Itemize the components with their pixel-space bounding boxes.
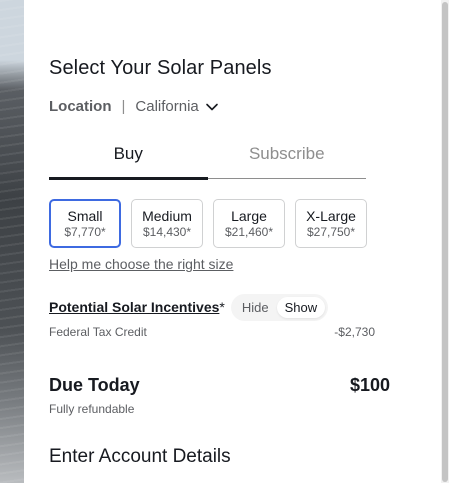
chevron-down-icon[interactable] — [205, 100, 219, 114]
page-title: Select Your Solar Panels — [49, 57, 272, 79]
location-separator: | — [121, 98, 126, 115]
size-option-medium[interactable]: Medium $14,430* — [131, 199, 203, 248]
due-label: Due Today — [49, 375, 140, 395]
size-price: $7,770* — [64, 225, 106, 239]
federal-tax-credit-row: Federal Tax Credit -$2,730 — [49, 325, 375, 339]
due-amount: $100 — [349, 375, 390, 395]
incentives-link[interactable]: Potential Solar Incentives — [49, 299, 219, 315]
location-value[interactable]: California — [135, 98, 198, 115]
tab-buy[interactable]: Buy — [49, 140, 208, 180]
size-price: $27,750* — [306, 225, 356, 239]
purchase-tabs: Buy Subscribe — [49, 140, 367, 180]
scrollbar-thumb[interactable] — [442, 2, 448, 482]
due-today-row: Due Today $100 — [49, 375, 390, 396]
tab-subscribe[interactable]: Subscribe — [208, 140, 367, 178]
account-details-heading: Enter Account Details — [49, 446, 231, 467]
location-selector[interactable]: Location | California — [49, 98, 219, 115]
size-price: $21,460* — [224, 225, 274, 239]
size-option-x-large[interactable]: X-Large $27,750* — [295, 199, 367, 248]
due-note: Fully refundable — [49, 402, 135, 416]
size-option-small[interactable]: Small $7,770* — [49, 199, 121, 248]
incentives-row: Potential Solar Incentives * Hide Show — [49, 293, 375, 321]
incentives-asterisk: * — [219, 299, 225, 315]
size-name: Small — [67, 208, 103, 224]
size-price: $14,430* — [142, 225, 192, 239]
credit-label: Federal Tax Credit — [49, 325, 147, 339]
size-options: Small $7,770* Medium $14,430* Large $21,… — [49, 199, 367, 248]
incentives-toggle: Hide Show — [230, 293, 329, 321]
size-name: Large — [231, 208, 267, 224]
location-label: Location — [49, 98, 112, 115]
help-choose-size-link[interactable]: Help me choose the right size — [49, 256, 233, 272]
size-option-large[interactable]: Large $21,460* — [213, 199, 285, 248]
size-name: Medium — [142, 208, 192, 224]
background-house-photo — [0, 0, 24, 483]
size-name: X-Large — [306, 208, 356, 224]
toggle-show-button[interactable]: Show — [276, 296, 326, 318]
toggle-hide-button[interactable]: Hide — [234, 297, 277, 318]
credit-value: -$2,730 — [334, 325, 375, 339]
